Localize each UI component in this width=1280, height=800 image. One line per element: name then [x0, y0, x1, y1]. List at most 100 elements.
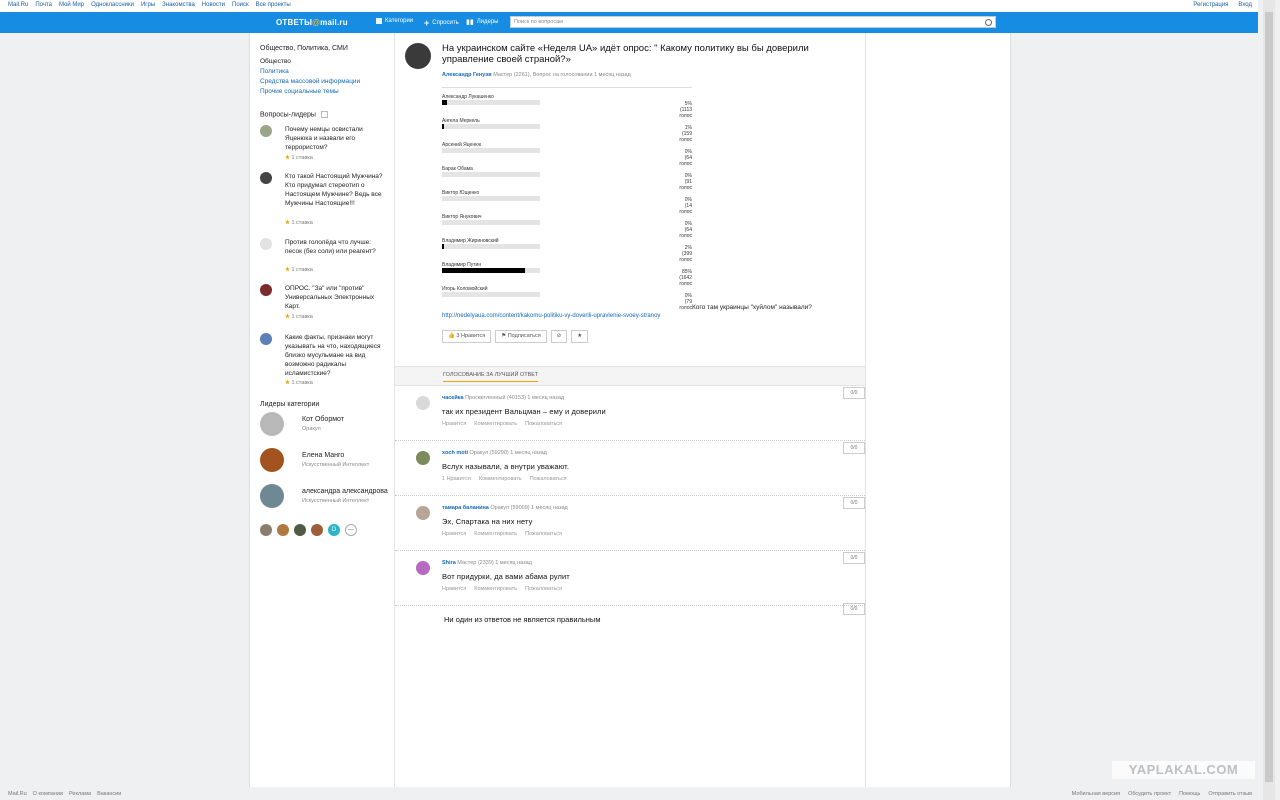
answer-author[interactable]: Shira [442, 560, 456, 566]
category-item[interactable]: Прочие социальные темы [260, 88, 339, 95]
site-logo[interactable]: ОТВЕТЫ@mail.ru [276, 18, 348, 27]
footer-links-left: Mail.Ru О компании Реклама Вакансии [8, 791, 121, 797]
scrollbar[interactable] [1263, 0, 1275, 800]
like-link[interactable]: Нравится [442, 531, 466, 537]
vote-count[interactable]: 0/0 [843, 603, 865, 615]
avatar[interactable] [416, 451, 430, 465]
answer-author[interactable]: часейка [442, 395, 464, 401]
comment-link[interactable]: Комментировать [474, 586, 517, 592]
like-link[interactable]: 1 Нравится [442, 476, 471, 482]
answer: xoch moti Оракул (59290) 1 месяц назад В… [395, 440, 865, 496]
top-link[interactable]: Mail.Ru [8, 2, 28, 8]
report-link[interactable]: Пожаловаться [525, 421, 562, 427]
vote-count[interactable]: 0/0 [843, 552, 865, 564]
answer-author[interactable]: тамара баланина [442, 505, 489, 511]
footer-link[interactable]: О компании [33, 791, 63, 797]
category-item[interactable]: Политика [260, 68, 289, 75]
footer-link[interactable]: Mail.Ru [8, 791, 27, 797]
poll-chart: Александр Лукашенко 5% (1113 голос Ангела М… [442, 87, 692, 312]
avatar[interactable] [260, 524, 272, 536]
answer: Shira Мастер (2339) 1 месяц назад Вот пр… [395, 550, 865, 606]
author-link[interactable]: Александр Генуэв [442, 72, 492, 78]
poll-percent: 2% (399 голос [672, 245, 692, 263]
answer-text: так их президент Вальцман – ему и довери… [442, 407, 606, 416]
poll-percent: 0% (64 голос [672, 221, 692, 239]
toggle-checkbox[interactable] [320, 111, 328, 118]
top-link[interactable]: Игры [141, 2, 155, 8]
avatar[interactable] [416, 506, 430, 520]
nav-ask[interactable]: + Спросить [424, 18, 459, 28]
comment-link[interactable]: Комментировать [474, 421, 517, 427]
avatar[interactable]: D [328, 524, 340, 536]
footer-link[interactable]: Отправить отзыв [1208, 791, 1252, 797]
poll-bar [442, 292, 540, 297]
vote-count[interactable]: 0/0 [843, 387, 865, 399]
footer-link[interactable]: Мобильная версия [1072, 791, 1120, 797]
comment-link[interactable]: Комментировать [479, 476, 522, 482]
top-link[interactable]: Все проекты [256, 2, 291, 8]
question-text: Кого там украинцы "хуйлом" называли? [692, 304, 812, 311]
tab-voting[interactable]: ГОЛОСОВАНИЕ ЗА ЛУЧШИЙ ОТВЕТ [443, 372, 539, 382]
report-link[interactable]: Пожаловаться [525, 531, 562, 537]
star-icon: ★ [285, 314, 290, 320]
search-input[interactable]: Поиск по вопросам [510, 16, 996, 28]
poll-row: Виктор Янукович 0% (64 голос [442, 214, 692, 239]
search-icon[interactable] [985, 19, 992, 26]
like-button[interactable]: 👍 3 Нравится [442, 330, 492, 343]
category-item[interactable]: Средства массовой информации [260, 78, 360, 85]
answer: часейка Просветленный (40153) 1 месяц на… [395, 385, 865, 441]
category-item[interactable]: Общество [260, 57, 360, 67]
footer-link[interactable]: Помощь [1179, 791, 1200, 797]
avatar[interactable] [416, 396, 430, 410]
top-link[interactable]: Мой Мир [59, 2, 84, 8]
poll-row: Арсений Яценюк 0% (64 голос [442, 142, 692, 167]
scrollbar-thumb[interactable] [1265, 12, 1273, 782]
top-link[interactable]: Знакомства [162, 2, 195, 8]
source-link[interactable]: http://nedelyaua.com/content/kakomu-poli… [442, 313, 660, 319]
block-button[interactable]: ⊘ [550, 330, 568, 343]
footer-link[interactable]: Реклама [69, 791, 91, 797]
top-link[interactable]: Регистрация [1193, 2, 1228, 8]
subscribe-button[interactable]: ⚑ Подписаться [495, 330, 547, 343]
question-title: На украинском сайте «Неделя UA» идёт опр… [442, 43, 809, 65]
footer-link[interactable]: Обсудить проект [1128, 791, 1171, 797]
top-links-bar: Mail.Ru Почта Мой Мир Одноклассники Игры Знак… [0, 0, 1258, 12]
top-link[interactable]: Почта [35, 2, 52, 8]
report-link[interactable]: Пожаловаться [525, 586, 562, 592]
thumb-icon: 👍 [448, 333, 455, 339]
watermark: YAPLAKAL.COM [1112, 761, 1255, 779]
top-link[interactable]: Вход [1238, 2, 1252, 8]
avatar[interactable] [416, 561, 430, 575]
nav-leaders[interactable]: ▮▮ Лидеры [466, 18, 499, 26]
star-icon: ★ [285, 155, 290, 161]
header-bar: ОТВЕТЫ@mail.ru Категории + Спросить ▮▮ Лид… [0, 12, 1258, 33]
vote-count[interactable]: 0/0 [843, 442, 865, 454]
avatar [260, 125, 272, 137]
nav-categories[interactable]: Категории [376, 18, 413, 24]
author-avatar[interactable] [405, 43, 431, 69]
sidebar: Общество, Политика, СМИ Общество Политик… [250, 33, 395, 787]
poll-bar [442, 268, 540, 273]
top-link[interactable]: Поиск [232, 2, 249, 8]
poll-fill [442, 124, 444, 129]
top-link[interactable]: Одноклассники [91, 2, 134, 8]
report-link[interactable]: Пожаловаться [530, 476, 567, 482]
avatar[interactable] [294, 524, 306, 536]
answer-author[interactable]: xoch moti [442, 450, 468, 456]
top-link[interactable]: Новости [202, 2, 225, 8]
more-button[interactable]: — [345, 524, 357, 536]
answer-text: Эх, Спартака на них нету [442, 517, 533, 526]
avatar [260, 448, 284, 472]
comment-link[interactable]: Комментировать [474, 531, 517, 537]
poll-percent: 85% (1642 голос [672, 269, 692, 287]
avatar[interactable] [311, 524, 323, 536]
avatar[interactable] [277, 524, 289, 536]
star-button[interactable]: ★ [571, 330, 589, 343]
star-icon: ★ [285, 267, 290, 273]
vote-count[interactable]: 0/0 [843, 497, 865, 509]
like-link[interactable]: Нравится [442, 421, 466, 427]
poll-percent: 5% (1113 голос [672, 101, 692, 119]
like-link[interactable]: Нравится [442, 586, 466, 592]
footer-link[interactable]: Вакансии [97, 791, 121, 797]
avatar [260, 412, 284, 436]
